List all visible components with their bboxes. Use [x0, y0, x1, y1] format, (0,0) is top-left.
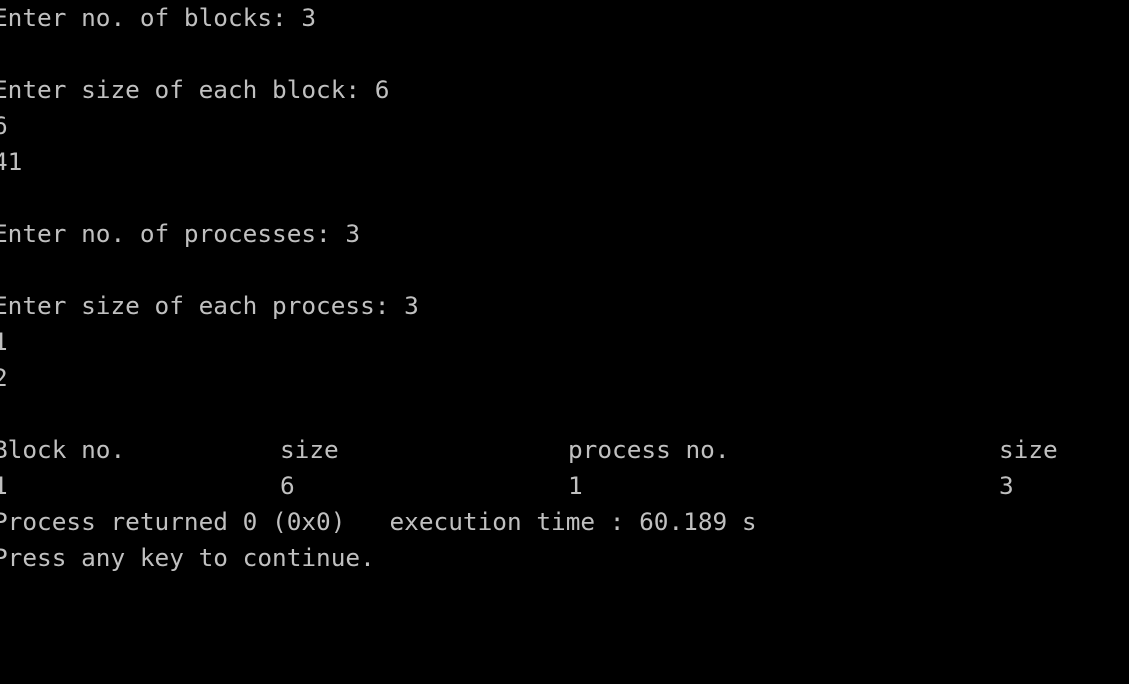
block-size-input: 6: [0, 111, 8, 140]
header-block-size: size: [280, 435, 339, 464]
prompt-processes-count: Enter no. of processes: 3: [0, 219, 361, 248]
cell-block-no: 1: [0, 471, 8, 500]
process-size-input: 1: [0, 327, 8, 356]
block-size-input: 41: [0, 147, 23, 176]
press-any-key-prompt: Press any key to continue.: [0, 543, 375, 572]
header-block-no: Block no.: [0, 435, 126, 464]
table-header-row: Block no. size process no. size: [0, 432, 1129, 468]
console-window[interactable]: Enter no. of blocks: 3 Enter size of eac…: [0, 0, 1129, 591]
header-process-no: process no.: [568, 435, 730, 464]
cell-block-size: 6: [280, 471, 295, 500]
prompt-blocks-count: Enter no. of blocks: 3: [0, 3, 317, 32]
prompt-process-sizes: Enter size of each process: 3: [0, 291, 419, 320]
prompt-block-sizes: Enter size of each block: 6: [0, 75, 390, 104]
header-process-size: size: [999, 435, 1058, 464]
table-row: 1 6 1 3: [0, 468, 1129, 504]
process-size-input: 2: [0, 363, 8, 392]
process-return-status: Process returned 0 (0x0) execution time …: [0, 507, 757, 536]
cell-process-size: 3: [999, 471, 1014, 500]
cell-process-no: 1: [568, 471, 583, 500]
